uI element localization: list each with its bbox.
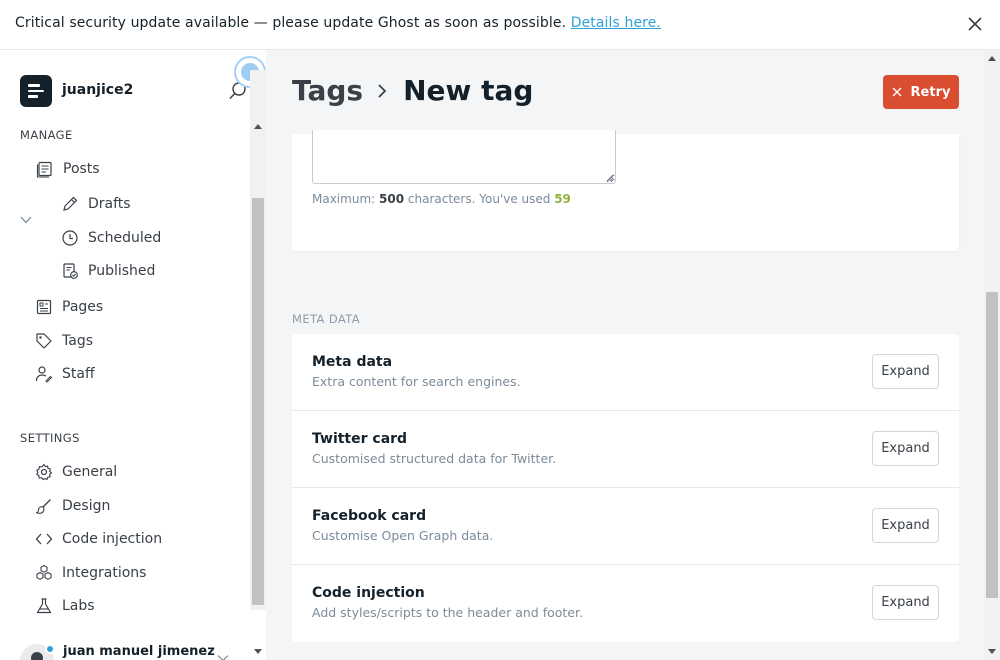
- description-textarea[interactable]: [312, 130, 616, 184]
- character-count: Maximum: 500 characters. You've used 59: [312, 192, 571, 206]
- meta-row-title: Twitter card: [312, 431, 408, 447]
- sidebar-item-tags[interactable]: Tags: [35, 329, 93, 353]
- facebook-card-row: Facebook card Customise Open Graph data.…: [292, 488, 959, 565]
- retry-button[interactable]: Retry: [883, 75, 959, 109]
- expand-twitter-card-button[interactable]: Expand: [872, 431, 939, 466]
- user-status-dot: [45, 644, 55, 654]
- sidebar-item-label: Posts: [63, 161, 100, 177]
- flask-icon: [36, 598, 52, 614]
- tag-icon: [36, 333, 52, 349]
- sidebar-item-label: Scheduled: [88, 230, 162, 246]
- sidebar-item-label: Integrations: [62, 565, 147, 581]
- chevron-down-icon[interactable]: [19, 213, 33, 227]
- close-icon: [892, 87, 902, 97]
- settings-section-label: SETTINGS: [20, 431, 80, 445]
- gear-icon: [36, 463, 53, 481]
- main-scroll-up-icon[interactable]: [988, 56, 996, 61]
- page-title: New tag: [403, 74, 534, 107]
- meta-row-title: Code injection: [312, 585, 425, 601]
- alert-details-link[interactable]: Details here.: [571, 15, 661, 31]
- breadcrumb-tags-link[interactable]: Tags: [292, 74, 363, 107]
- pencil-icon: [63, 196, 78, 211]
- close-icon[interactable]: [966, 15, 984, 33]
- sidebar-item-posts[interactable]: Posts: [36, 157, 100, 181]
- sidebar-item-published[interactable]: Published: [61, 259, 155, 283]
- meta-row-description: Extra content for search engines.: [312, 374, 521, 389]
- pages-icon: [36, 299, 52, 315]
- sidebar-item-label: Code injection: [62, 531, 163, 547]
- clock-icon: [62, 230, 78, 246]
- staff-icon: [35, 366, 53, 383]
- sidebar-item-label: Tags: [62, 333, 93, 349]
- chevron-down-icon[interactable]: [217, 654, 229, 660]
- integrations-icon: [36, 564, 52, 580]
- meta-data-list: Meta data Extra content for search engin…: [292, 334, 959, 642]
- sidebar-item-drafts[interactable]: Drafts: [61, 192, 131, 216]
- sidebar-scroll-up-icon[interactable]: [254, 124, 262, 129]
- security-alert-bar: Critical security update available — ple…: [0, 0, 1000, 50]
- user-name[interactable]: juan manuel jimenez: [63, 644, 215, 659]
- sidebar-item-label: General: [62, 464, 118, 480]
- meta-row-description: Customised structured data for Twitter.: [312, 451, 557, 466]
- char-used-value: 59: [554, 192, 571, 206]
- sidebar-item-scheduled[interactable]: Scheduled: [61, 226, 161, 250]
- sidebar-item-labs[interactable]: Labs: [35, 594, 95, 618]
- sidebar-item-label: Labs: [62, 598, 95, 614]
- chevron-right-icon: [378, 83, 387, 98]
- retry-button-label: Retry: [910, 84, 951, 100]
- sidebar-item-label: Design: [62, 498, 111, 514]
- sidebar-scrollbar-thumb[interactable]: [252, 198, 264, 605]
- site-name[interactable]: juanjice2: [62, 82, 133, 98]
- resize-grip-icon[interactable]: [606, 174, 614, 182]
- sidebar-scroll-down-icon[interactable]: [254, 649, 262, 654]
- twitter-card-row: Twitter card Customised structured data …: [292, 411, 959, 488]
- sidebar-item-label: Staff: [62, 366, 95, 382]
- published-icon: [63, 263, 78, 279]
- meta-row-title: Facebook card: [312, 508, 427, 524]
- code-injection-row: Code injection Add styles/scripts to the…: [292, 565, 959, 642]
- brush-icon: [35, 499, 51, 514]
- meta-row-description: Add styles/scripts to the header and foo…: [312, 605, 583, 620]
- sidebar-item-staff[interactable]: Staff: [35, 362, 95, 386]
- sidebar-item-code-injection[interactable]: Code injection: [35, 527, 162, 551]
- sidebar-item-general[interactable]: General: [35, 460, 117, 484]
- site-logo[interactable]: [20, 75, 52, 107]
- tag-details-card: Maximum: 500 characters. You've used 59: [292, 130, 959, 251]
- code-icon: [35, 533, 53, 545]
- sidebar-item-pages[interactable]: Pages: [35, 295, 103, 319]
- char-max-value: 500: [379, 192, 405, 206]
- sidebar-item-label: Pages: [62, 299, 104, 315]
- meta-data-row: Meta data Extra content for search engin…: [292, 334, 959, 411]
- sidebar: juanjice2 MANAGE Posts Drafts Scheduled …: [0, 50, 266, 660]
- sidebar-item-label: Published: [88, 263, 156, 279]
- expand-meta-data-button[interactable]: Expand: [872, 354, 939, 389]
- expand-facebook-card-button[interactable]: Expand: [872, 508, 939, 543]
- main-scrollbar-thumb[interactable]: [986, 292, 998, 598]
- meta-data-heading: META DATA: [292, 312, 361, 326]
- char-used-text: characters. You've used: [407, 192, 551, 206]
- sidebar-item-design[interactable]: Design: [35, 494, 110, 518]
- sidebar-item-label: Drafts: [88, 196, 131, 212]
- manage-section-label: MANAGE: [20, 128, 73, 142]
- breadcrumb: Tags New tag: [292, 74, 533, 107]
- char-max-prefix: Maximum:: [312, 192, 376, 206]
- main-scroll-down-icon[interactable]: [988, 649, 996, 654]
- alert-text: Critical security update available — ple…: [15, 15, 661, 31]
- meta-row-description: Customise Open Graph data.: [312, 528, 494, 543]
- expand-code-injection-button[interactable]: Expand: [872, 585, 939, 620]
- alert-message: Critical security update available — ple…: [15, 15, 567, 31]
- posts-icon: [36, 161, 52, 178]
- sidebar-item-integrations[interactable]: Integrations: [35, 561, 146, 585]
- meta-row-title: Meta data: [312, 354, 393, 370]
